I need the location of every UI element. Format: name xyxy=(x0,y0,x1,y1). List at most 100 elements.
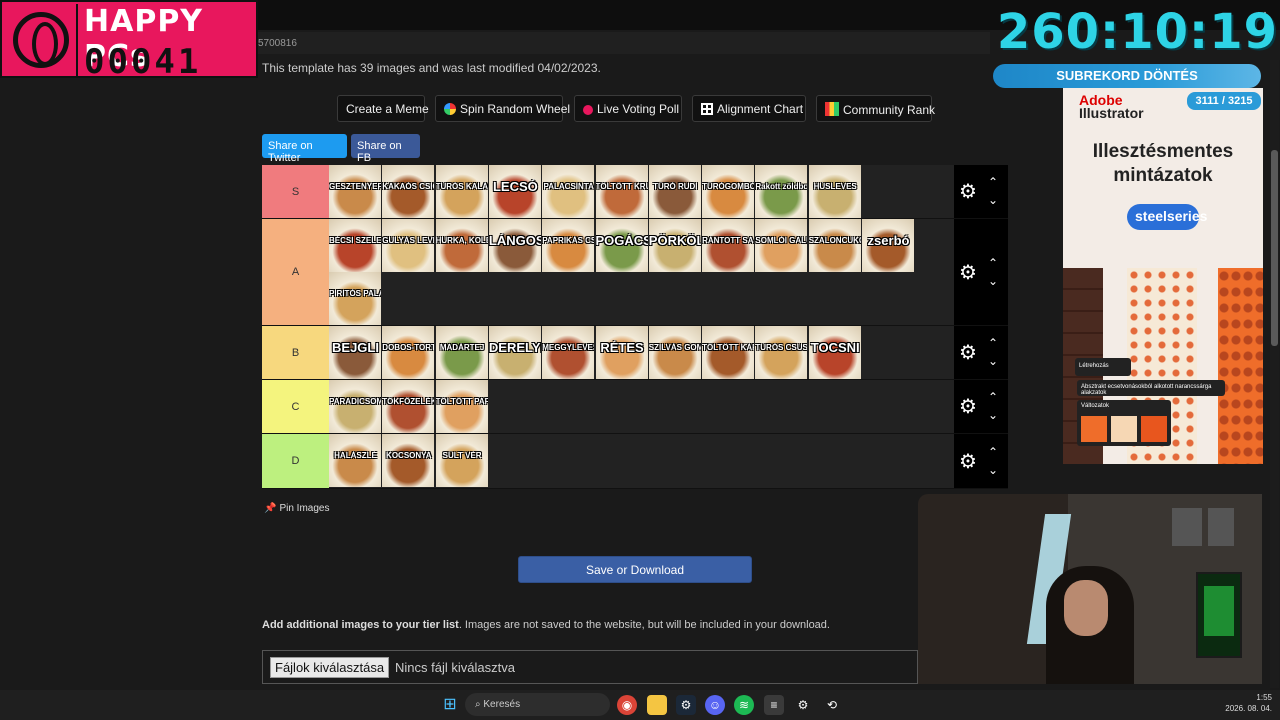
share-twitter-button[interactable]: Share on Twitter xyxy=(262,134,347,164)
tier-item-image[interactable]: KOCSONYA xyxy=(382,434,436,487)
tier-item-image[interactable]: PARADICSOMOS KÁPOSZTA xyxy=(329,380,382,433)
tier-label[interactable]: S xyxy=(262,165,329,218)
tier-item-label: PIRITÓS PALACSINTA xyxy=(329,289,381,298)
alignment-chart-button[interactable]: Alignment Chart xyxy=(692,95,806,122)
address-bar[interactable]: 5700816 xyxy=(250,32,990,54)
ad-headline-2: mintázatok xyxy=(1113,165,1213,186)
settings-icon[interactable]: ⚙ xyxy=(793,695,813,715)
tier-item-image[interactable]: RÁNTOTT SAJT xyxy=(702,219,756,272)
tier-item-label: GULYÁS LEVES xyxy=(382,236,434,245)
tier-item-image[interactable]: TÚRÓS CSUSZA xyxy=(755,326,809,379)
tier-item-image[interactable]: zserbó xyxy=(862,219,915,272)
tier-settings-gear-icon[interactable]: ⚙ xyxy=(957,262,979,284)
tier-item-image[interactable]: PIRITÓS PALACSINTA xyxy=(329,272,382,325)
pin-images-toggle[interactable]: 📌 Pin Images xyxy=(264,503,329,514)
tier-item-image[interactable]: SOMLÓI GALUSKA xyxy=(755,219,809,272)
tier-item-image[interactable]: TÖLTÖTT KÁPOSZTA xyxy=(702,326,756,379)
tier-item-image[interactable]: BÉCSI SZELET xyxy=(329,219,382,272)
choose-files-button[interactable]: Fájlok kiválasztása xyxy=(270,657,390,678)
tier-item-image[interactable]: MADÁRTEJ xyxy=(435,326,489,379)
tier-item-image[interactable]: TÚRÓ RUDI xyxy=(648,165,702,218)
discord-icon[interactable]: ☺ xyxy=(705,695,725,715)
tier-settings-gear-icon[interactable]: ⚙ xyxy=(957,396,979,418)
tier-item-label: SZALONCUKOR xyxy=(808,236,861,245)
share-fb-button[interactable]: Share on FB xyxy=(351,134,420,164)
steam-icon[interactable]: ⚙ xyxy=(676,695,696,715)
tier-item-image[interactable]: BEJGLI xyxy=(329,326,382,379)
tier-row: ABÉCSI SZELETGULYÁS LEVESHURKA, KOLBÁSZL… xyxy=(262,219,1008,326)
grid-icon xyxy=(701,103,713,115)
taskbar-search[interactable]: ⌕ Keresés xyxy=(465,693,610,716)
tier-item-image[interactable]: PALACSINTA xyxy=(542,165,596,218)
chrome-icon[interactable]: ◉ xyxy=(617,695,637,715)
tier-item-image[interactable]: KAKAÓS CSIGA xyxy=(382,165,436,218)
tier-item-image[interactable]: LECSÓ xyxy=(488,165,542,218)
tier-item-image[interactable]: DERELYE xyxy=(488,326,542,379)
tier-item-image[interactable]: DOBOS-TORTA xyxy=(382,326,436,379)
system-clock[interactable]: 1:55 2026. 08. 04. xyxy=(1225,692,1272,714)
tier-item-image[interactable]: GULYÁS LEVES xyxy=(382,219,436,272)
tier-item-label: zserbó xyxy=(867,233,910,248)
folder-icon[interactable] xyxy=(647,695,667,715)
tier-move-up-icon[interactable]: ⌃ xyxy=(986,391,1000,403)
advertisement[interactable]: Adobe Illustrator 3111 / 3215 Illesztésm… xyxy=(1063,88,1263,464)
opera-logo-icon xyxy=(4,4,78,76)
spin-wheel-button[interactable]: Spin Random Wheel xyxy=(435,95,570,122)
tier-item-image[interactable]: TÖLTÖTT PAPRIKA xyxy=(435,380,489,433)
tier-item-image[interactable]: PAPRIKÁS CSIRKE xyxy=(542,219,596,272)
tier-move-down-icon[interactable]: ⌄ xyxy=(986,409,1000,421)
tier-label[interactable]: A xyxy=(262,219,329,325)
tier-label[interactable]: B xyxy=(262,326,329,379)
tier-item-image[interactable]: HURKA, KOLBÁSZ xyxy=(435,219,489,272)
tier-item-image[interactable]: RÉTES xyxy=(595,326,649,379)
tier-item-image[interactable]: HALÁSZLÉ xyxy=(329,434,382,487)
tier-move-up-icon[interactable]: ⌃ xyxy=(986,337,1000,349)
taskbar-search-label: Keresés xyxy=(483,699,521,710)
tier-item-image[interactable]: POGÁCSA xyxy=(595,219,649,272)
tier-label[interactable]: C xyxy=(262,380,329,433)
tier-item-image[interactable]: SZALONCUKOR xyxy=(808,219,862,272)
tier-item-image[interactable]: MEGGYLEVES xyxy=(542,326,596,379)
tier-settings-gear-icon[interactable]: ⚙ xyxy=(957,181,979,203)
tier-label[interactable]: D xyxy=(262,434,329,488)
tier-item-image[interactable]: LÁNGOS xyxy=(488,219,542,272)
windows-start-icon[interactable]: ⊞ xyxy=(440,695,460,715)
taskbar: ⊞ ⌕ Keresés ◉ ⚙ ☺ ≋ ≡ ⚙ ⟲ 1:55 2026. 08. … xyxy=(0,690,1280,720)
tier-item-image[interactable]: SZILVÁS GOMBÓC xyxy=(648,326,702,379)
tier-item-image[interactable]: Rakott zöldborsófőzelék xyxy=(755,165,809,218)
tier-item-label: PAPRIKÁS CSIRKE xyxy=(542,236,594,245)
tier-item-label: MEGGYLEVES xyxy=(542,343,596,352)
save-download-button[interactable]: Save or Download xyxy=(518,556,752,583)
tier-move-up-icon[interactable]: ⌃ xyxy=(986,257,1000,269)
template-info-text: This template has 39 images and was last… xyxy=(262,61,601,75)
tier-move-down-icon[interactable]: ⌄ xyxy=(986,355,1000,367)
tier-settings-gear-icon[interactable]: ⚙ xyxy=(957,451,979,473)
notepad-icon[interactable]: ≡ xyxy=(764,695,784,715)
tier-item-label: TÚRÓ RUDI xyxy=(653,182,698,191)
tier-move-down-icon[interactable]: ⌄ xyxy=(986,194,1000,206)
tier-move-up-icon[interactable]: ⌃ xyxy=(986,176,1000,188)
tier-move-down-icon[interactable]: ⌄ xyxy=(986,464,1000,476)
tier-item-image[interactable]: TÚRÓGOMBÓC xyxy=(702,165,756,218)
tier-item-image[interactable]: TÖKFŐZELÉK xyxy=(382,380,436,433)
tier-item-image[interactable]: HÚSLEVES xyxy=(808,165,862,218)
community-rank-button[interactable]: Community Rank xyxy=(816,95,935,122)
tier-item-image[interactable]: GESZTENYEPÜRÉ xyxy=(329,165,382,218)
tier-settings-gear-icon[interactable]: ⚙ xyxy=(957,342,979,364)
app-icon[interactable]: ⟲ xyxy=(822,695,842,715)
voting-poll-button[interactable]: Live Voting Poll xyxy=(574,95,682,122)
tier-item-image[interactable]: TOCSNI xyxy=(808,326,862,379)
tier-move-up-icon[interactable]: ⌃ xyxy=(986,446,1000,458)
create-meme-button[interactable]: Create a Meme xyxy=(337,95,429,122)
tier-item-image[interactable]: TÖLTÖTT KRUMPLI xyxy=(595,165,649,218)
clock-date: 2026. 08. 04. xyxy=(1225,704,1272,713)
spotify-icon[interactable]: ≋ xyxy=(734,695,754,715)
tier-item-image[interactable]: PÖRKÖLT xyxy=(648,219,702,272)
tier-move-down-icon[interactable]: ⌄ xyxy=(986,275,1000,287)
scrollbar-thumb[interactable] xyxy=(1271,150,1278,346)
tier-item-image[interactable]: TÚRÓS KALÁCS xyxy=(435,165,489,218)
url-fragment: 5700816 xyxy=(258,38,297,49)
save-download-label: Save or Download xyxy=(585,563,685,577)
tier-item-image[interactable]: SÜLT VÉR xyxy=(435,434,489,487)
tier-item-label: TÖLTÖTT PAPRIKA xyxy=(435,397,489,406)
